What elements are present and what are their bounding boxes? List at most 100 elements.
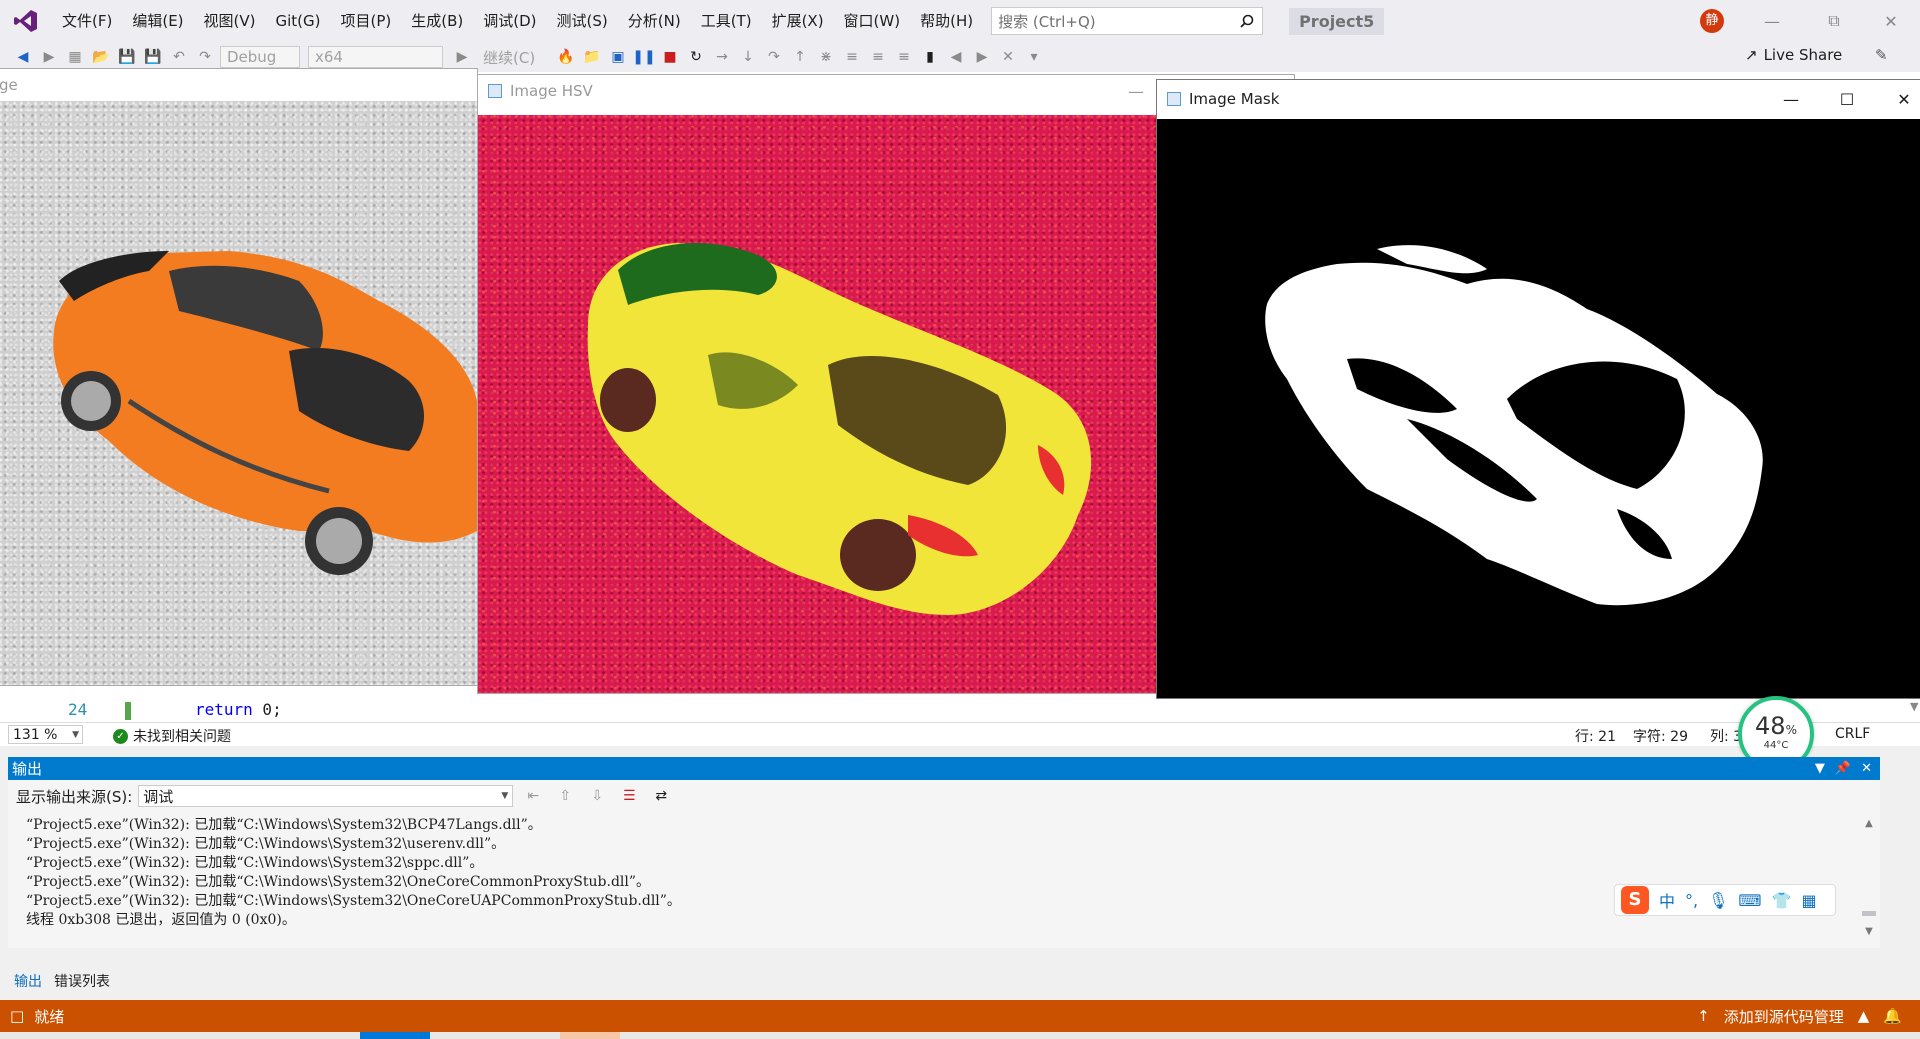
step-over-icon[interactable]: ↷ (763, 46, 785, 68)
close-icon[interactable]: ✕ (1861, 761, 1872, 776)
restore-icon[interactable]: ⧉ (1811, 0, 1857, 42)
minimize-icon[interactable]: — (1768, 80, 1814, 118)
scroll-down-icon[interactable]: ▼ (1858, 926, 1880, 937)
next-bookmark-icon[interactable]: ▶ (971, 46, 993, 68)
keyboard-icon[interactable]: ⌨ (1738, 891, 1761, 910)
original-image-window[interactable]: ge (0, 68, 478, 686)
skin-icon[interactable]: 👕 (1772, 891, 1792, 910)
close-icon[interactable]: ✕ (1868, 0, 1914, 42)
feedback-icon[interactable]: ✎ (1875, 46, 1888, 64)
visual-studio-logo-icon[interactable] (0, 0, 52, 42)
search-input[interactable]: 搜索 (Ctrl+Q) (991, 7, 1264, 35)
mask-image-canvas[interactable] (1157, 119, 1920, 698)
menu-file[interactable]: 文件(F) (52, 0, 122, 42)
restart-icon[interactable]: ↻ (685, 46, 707, 68)
play-icon[interactable]: ▶ (451, 46, 473, 68)
save-icon[interactable]: 💾 (116, 46, 138, 68)
pause-icon[interactable]: ❚❚ (632, 46, 655, 68)
stop-icon[interactable]: ■ (659, 46, 681, 68)
find-message-icon[interactable]: ⇤ (521, 785, 545, 807)
menu-help[interactable]: 帮助(H) (910, 0, 983, 42)
tab-output[interactable]: 输出 (8, 968, 48, 992)
open-file-icon[interactable]: 📂 (90, 46, 112, 68)
tab-error-list[interactable]: 错误列表 (48, 968, 116, 992)
hot-reload-icon[interactable]: 🔥 (555, 46, 577, 68)
menu-tools[interactable]: 工具(T) (691, 0, 762, 42)
output-scrollbar[interactable]: ▲ ▼ (1858, 812, 1880, 948)
orange-car-image (53, 251, 477, 575)
clear-all-icon[interactable]: ☰ (617, 785, 641, 807)
search-icon[interactable] (1232, 14, 1262, 28)
menu-project[interactable]: 项目(P) (331, 0, 402, 42)
chevron-up-icon[interactable]: ▲ (1858, 1007, 1870, 1025)
ime-logo-icon[interactable]: S (1621, 886, 1649, 914)
maximize-icon[interactable]: ☐ (1824, 80, 1870, 118)
ime-toolbar[interactable]: S 中 °, 🎙 ⌨ 👕 ▦ (1614, 884, 1836, 916)
step-into-icon[interactable]: ↓ (737, 46, 759, 68)
code-line[interactable]: 24 return 0; (30, 700, 1280, 722)
menu-extensions[interactable]: 扩展(X) (762, 0, 834, 42)
close-icon[interactable]: ✕ (1881, 80, 1920, 118)
uncomment-icon[interactable]: ≡ (893, 46, 915, 68)
source-label: 显示输出来源(S): (16, 787, 133, 806)
live-share-button[interactable]: ↗ Live Share (1745, 46, 1842, 64)
menu-analyze[interactable]: 分析(N) (618, 0, 691, 42)
pin-icon[interactable]: 📌 (1835, 761, 1851, 776)
minimize-icon[interactable]: — (1749, 0, 1795, 42)
prev-bookmark-icon[interactable]: ◀ (945, 46, 967, 68)
issues-indicator[interactable]: ✓ 未找到相关问题 (113, 726, 231, 746)
toolbar-overflow-icon[interactable]: ▾ (1023, 46, 1045, 68)
dropdown-arrow-icon[interactable]: ▼ (1815, 761, 1825, 776)
eol-indicator[interactable]: CRLF (1835, 726, 1870, 742)
new-project-icon[interactable]: ▦ (64, 46, 86, 68)
scroll-thumb[interactable] (1862, 911, 1876, 916)
scroll-up-icon[interactable]: ▲ (1858, 818, 1880, 829)
scroll-down-icon[interactable]: ▼ (1910, 700, 1918, 713)
menu-window[interactable]: 窗口(W) (834, 0, 911, 42)
menu-view[interactable]: 视图(V) (194, 0, 266, 42)
thread-icon[interactable]: ≡ (841, 46, 863, 68)
original-window-title-bar[interactable]: ge (0, 69, 477, 101)
taskbar-strip (0, 1032, 1920, 1039)
punctuation-icon[interactable]: °, (1685, 891, 1698, 910)
save-all-icon[interactable]: 💾 (142, 46, 164, 68)
bookmark-icon[interactable]: ▮ (919, 46, 941, 68)
step-out-icon[interactable]: ↑ (789, 46, 811, 68)
clear-bookmarks-icon[interactable]: ✕ (997, 46, 1019, 68)
output-text-area[interactable]: “Project5.exe”(Win32): 已加载“C:\Windows\Sy… (8, 812, 1858, 948)
show-next-statement-icon[interactable]: → (711, 46, 733, 68)
redo-icon[interactable]: ↷ (194, 46, 216, 68)
next-message-icon[interactable]: ⇩ (585, 785, 609, 807)
mask-image-window[interactable]: Image Mask — ☐ ✕ (1156, 79, 1920, 699)
microphone-icon[interactable]: 🎙 (1708, 891, 1728, 910)
user-avatar[interactable]: 静 (1700, 9, 1724, 33)
word-wrap-icon[interactable]: ⇄ (649, 785, 673, 807)
toolbox-icon[interactable]: ▦ (1801, 891, 1816, 910)
zoom-dropdown[interactable]: 131 % ▼ (8, 725, 83, 744)
back-icon[interactable]: ◀ (12, 46, 34, 68)
minimize-icon[interactable]: — (1113, 75, 1159, 107)
menu-edit[interactable]: 编辑(E) (122, 0, 193, 42)
comment-icon[interactable]: ≡ (867, 46, 889, 68)
hex-display-icon[interactable]: ⋇ (815, 46, 837, 68)
undo-icon[interactable]: ↶ (168, 46, 190, 68)
forward-icon[interactable]: ▶ (38, 46, 60, 68)
platform-dropdown[interactable]: x64 (308, 46, 443, 68)
original-image-canvas[interactable] (0, 101, 477, 685)
add-to-source-control-button[interactable]: 添加到源代码管理 (1724, 1006, 1844, 1027)
notifications-bell-icon[interactable]: 🔔 (1883, 1007, 1902, 1025)
output-source-dropdown[interactable]: 调试 ▼ (138, 785, 514, 807)
char-indicator: 字符: 29 (1633, 729, 1688, 745)
output-line: 线程 0xb308 已退出，返回值为 0 (0x0)。 (26, 912, 296, 928)
menu-build[interactable]: 生成(B) (401, 0, 473, 42)
process-icon[interactable]: 📁 (581, 46, 603, 68)
output-panel-header[interactable]: 输出 ▼ 📌 ✕ (8, 757, 1880, 780)
ime-mode-indicator[interactable]: 中 (1659, 888, 1675, 912)
menu-git[interactable]: Git(G) (266, 0, 331, 42)
screenshot-icon[interactable]: ▣ (607, 46, 629, 68)
configuration-dropdown[interactable]: Debug (220, 46, 300, 68)
menu-debug[interactable]: 调试(D) (473, 0, 546, 42)
continue-button[interactable]: 继续(C) (477, 46, 547, 68)
prev-message-icon[interactable]: ⇧ (553, 785, 577, 807)
menu-test[interactable]: 测试(S) (547, 0, 618, 42)
